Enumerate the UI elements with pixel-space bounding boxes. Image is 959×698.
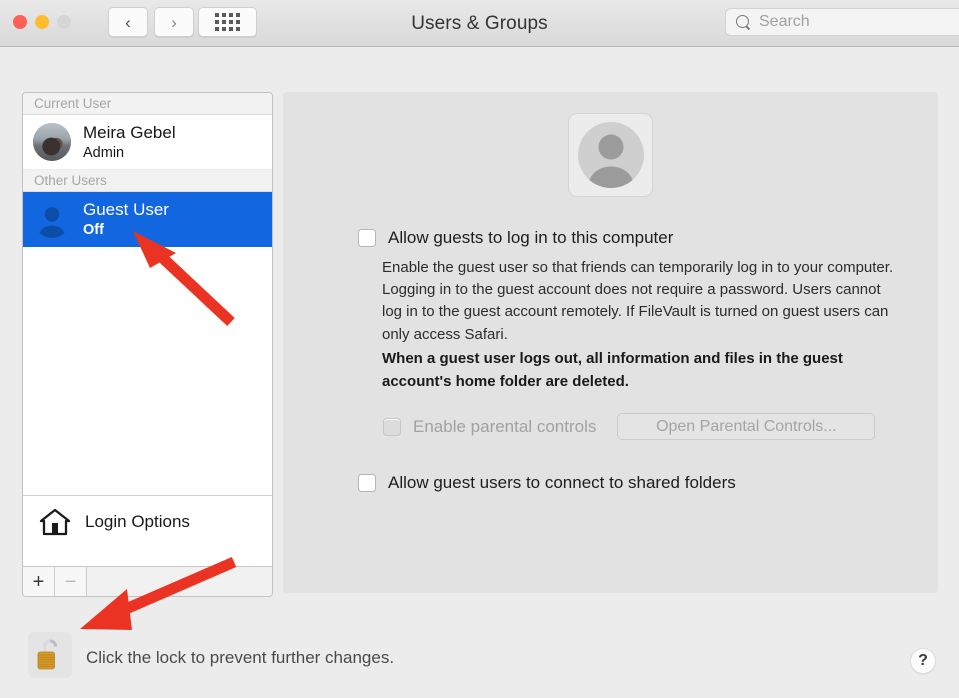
help-button[interactable]: ? xyxy=(910,648,936,674)
allow-guests-checkbox[interactable] xyxy=(358,229,376,247)
group-header-other-users: Other Users xyxy=(23,170,272,192)
search-icon xyxy=(736,14,751,30)
avatar xyxy=(33,123,71,161)
person-silhouette-icon xyxy=(587,134,634,188)
user-status: Off xyxy=(83,221,104,238)
guest-description-text: Enable the guest user so that friends ca… xyxy=(382,259,894,343)
unlocked-padlock-icon xyxy=(37,639,58,670)
house-icon xyxy=(39,508,71,536)
toolbar-filler xyxy=(87,567,272,596)
avatar xyxy=(33,200,71,238)
system-preferences-window: ‹ › Users & Groups Search Current User M… xyxy=(0,0,959,698)
enable-parental-controls-checkbox xyxy=(383,417,401,436)
parental-controls-row: Enable parental controls Open Parental C… xyxy=(383,413,876,440)
shared-folders-label: Allow guest users to connect to shared f… xyxy=(388,473,736,492)
remove-user-button: − xyxy=(55,567,87,596)
user-status: Admin xyxy=(83,144,125,161)
shared-folders-checkbox-row[interactable]: Allow guest users to connect to shared f… xyxy=(358,474,736,492)
open-parental-controls-button: Open Parental Controls... xyxy=(617,413,876,440)
lock-button[interactable] xyxy=(28,632,72,678)
lock-message: Click the lock to prevent further change… xyxy=(86,648,395,667)
search-placeholder: Search xyxy=(759,13,810,30)
login-options-label: Login Options xyxy=(85,512,190,531)
user-name: Guest User xyxy=(83,200,169,220)
guest-user-avatar[interactable] xyxy=(568,113,653,197)
sidebar-toolbar: + − xyxy=(23,566,272,596)
guest-silhouette-icon xyxy=(38,207,66,238)
enable-parental-controls-label: Enable parental controls xyxy=(413,416,597,436)
allow-guests-checkbox-row[interactable]: Allow guests to log in to this computer xyxy=(358,229,673,247)
group-header-current-user: Current User xyxy=(23,93,272,115)
search-field[interactable]: Search xyxy=(725,8,959,36)
user-name: Meira Gebel xyxy=(83,123,176,143)
shared-folders-checkbox[interactable] xyxy=(358,474,376,492)
user-row-meira-gebel[interactable]: Meira Gebel Admin xyxy=(23,115,272,170)
add-user-button[interactable]: + xyxy=(23,567,55,596)
users-list-sidebar: Current User Meira Gebel Admin Other Use… xyxy=(22,92,273,597)
login-options-row[interactable]: Login Options xyxy=(23,495,272,548)
window-titlebar: ‹ › Users & Groups Search xyxy=(0,0,959,47)
guest-warning-text: When a guest user logs out, all informat… xyxy=(382,350,843,390)
user-row-guest-user[interactable]: Guest User Off xyxy=(23,192,272,247)
allow-guests-label: Allow guests to log in to this computer xyxy=(388,228,674,247)
